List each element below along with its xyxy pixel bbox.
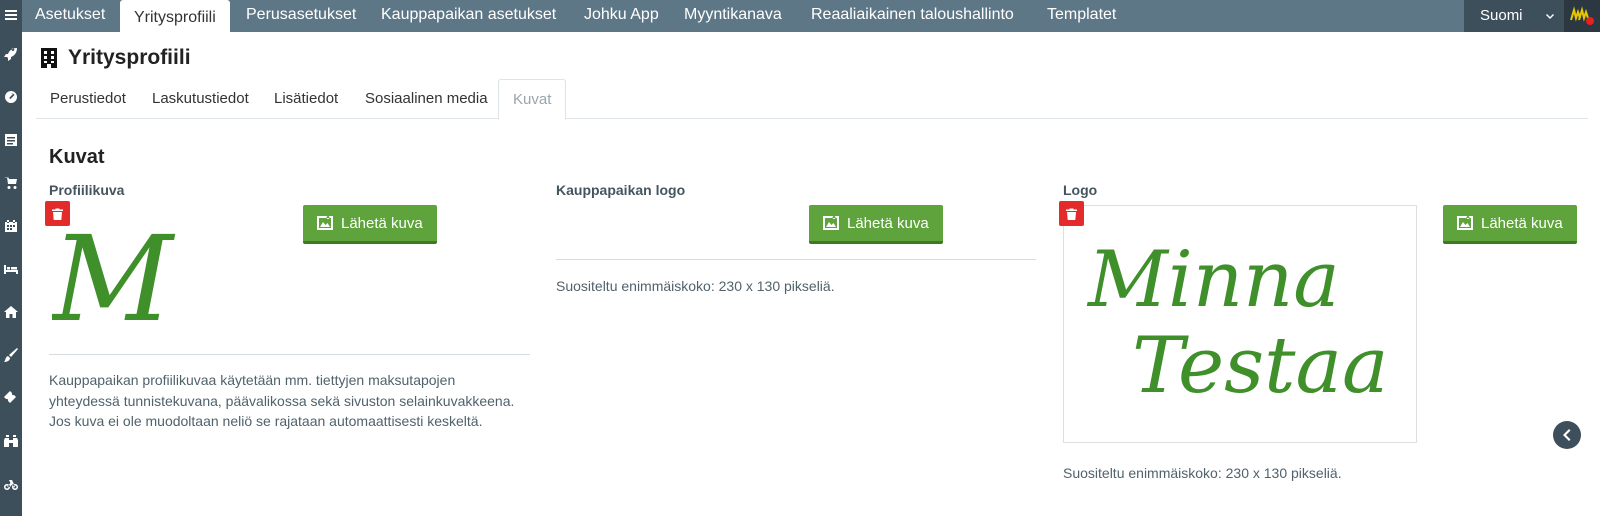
profile-image: M bbox=[52, 226, 176, 326]
section-title: Kuvat bbox=[49, 146, 105, 168]
marketplace-logo-divider bbox=[556, 259, 1036, 260]
upload-profile-image-button[interactable]: Lähetä kuva bbox=[303, 205, 437, 244]
user-avatar-icon bbox=[1570, 6, 1594, 25]
home-icon[interactable] bbox=[0, 301, 22, 323]
marketplace-logo-help: Suositeltu enimmäiskoko: 230 x 130 pikse… bbox=[556, 278, 835, 294]
tab-myyntikanava[interactable]: Myyntikanava bbox=[684, 0, 782, 32]
logo-label: Logo bbox=[1063, 182, 1098, 198]
upload-marketplace-logo-label: Lähetä kuva bbox=[847, 214, 929, 232]
building-icon bbox=[40, 47, 58, 69]
image-icon bbox=[1457, 216, 1473, 230]
page-title: Yritysprofiili bbox=[68, 46, 191, 69]
menu-icon[interactable] bbox=[0, 4, 22, 26]
delete-profile-image-button[interactable] bbox=[45, 201, 70, 226]
dashboard-icon[interactable] bbox=[0, 86, 22, 108]
logo-image-line: Testaa bbox=[1132, 321, 1389, 404]
subtab-laskutustiedot[interactable]: Laskutustiedot bbox=[152, 79, 249, 119]
tab-kauppapaikan-asetukset[interactable]: Kauppapaikan asetukset bbox=[381, 0, 556, 32]
subtab-perustiedot[interactable]: Perustiedot bbox=[50, 79, 126, 119]
sidebar-rail bbox=[0, 0, 22, 516]
profile-image-text: M bbox=[52, 226, 176, 326]
tab-reaaliaikainen-taloushallinto[interactable]: Reaaliaikainen taloushallinto bbox=[811, 0, 1014, 32]
tab-yritysprofiili[interactable]: Yritysprofiili bbox=[120, 0, 230, 33]
upload-marketplace-logo-button[interactable]: Lähetä kuva bbox=[809, 205, 943, 244]
upload-logo-label: Lähetä kuva bbox=[1481, 214, 1563, 232]
tab-templatet[interactable]: Templatet bbox=[1047, 0, 1116, 32]
ticket-icon[interactable] bbox=[0, 387, 22, 409]
marketplace-logo-label: Kauppapaikan logo bbox=[556, 182, 686, 198]
language-label: Suomi bbox=[1480, 7, 1523, 24]
arrow-left-icon bbox=[1563, 429, 1571, 441]
cart-icon[interactable] bbox=[0, 172, 22, 194]
profile-subtabs: Perustiedot Laskutustiedot Lisätiedot So… bbox=[36, 79, 1588, 120]
logo-image: Minna Testaa bbox=[1086, 235, 1389, 404]
calendar-icon[interactable] bbox=[0, 215, 22, 237]
bed-icon[interactable] bbox=[0, 258, 22, 280]
bicycle-icon[interactable] bbox=[0, 473, 22, 495]
user-avatar[interactable] bbox=[1564, 0, 1600, 32]
profile-image-label: Profiilikuva bbox=[49, 182, 125, 198]
subtab-kuvat[interactable]: Kuvat bbox=[498, 79, 567, 120]
document-icon[interactable] bbox=[0, 129, 22, 151]
image-icon bbox=[317, 216, 333, 230]
top-navigation: Asetukset Yritysprofiili Perusasetukset … bbox=[22, 0, 1600, 33]
binoculars-icon[interactable] bbox=[0, 430, 22, 452]
tab-asetukset[interactable]: Asetukset bbox=[35, 0, 105, 32]
image-icon bbox=[823, 216, 839, 230]
tab-johku-app[interactable]: Johku App bbox=[584, 0, 659, 32]
page-header: Yritysprofiili bbox=[40, 44, 191, 72]
profile-help-line: Jos kuva ei ole muodoltaan neliö se raja… bbox=[49, 413, 483, 429]
language-select[interactable]: Suomi bbox=[1464, 0, 1564, 32]
profile-divider bbox=[49, 354, 530, 355]
delete-logo-button[interactable] bbox=[1059, 201, 1084, 226]
collapse-panel-button[interactable] bbox=[1553, 421, 1581, 449]
tab-perusasetukset[interactable]: Perusasetukset bbox=[246, 0, 356, 32]
upload-logo-button[interactable]: Lähetä kuva bbox=[1443, 205, 1577, 244]
logo-image-frame: Minna Testaa bbox=[1063, 205, 1417, 443]
logo-image-line: Minna bbox=[1086, 235, 1340, 325]
rocket-icon[interactable] bbox=[0, 43, 22, 65]
trash-icon bbox=[1066, 208, 1077, 220]
upload-profile-image-label: Lähetä kuva bbox=[341, 214, 423, 232]
profile-image-help: Kauppapaikan profiilikuvaa käytetään mm.… bbox=[49, 370, 539, 432]
brush-icon[interactable] bbox=[0, 344, 22, 366]
trash-icon bbox=[52, 208, 63, 220]
profile-help-line: Kauppapaikan profiilikuvaa käytetään mm.… bbox=[49, 372, 456, 388]
logo-help: Suositeltu enimmäiskoko: 230 x 130 pikse… bbox=[1063, 465, 1342, 481]
profile-help-line: yhteydessä tunnistekuvana, päävalikossa … bbox=[49, 392, 515, 409]
subtab-lisatiedot[interactable]: Lisätiedot bbox=[274, 79, 338, 119]
subtab-sosiaalinen-media[interactable]: Sosiaalinen media bbox=[365, 79, 488, 119]
chevron-down-icon bbox=[1544, 10, 1556, 22]
